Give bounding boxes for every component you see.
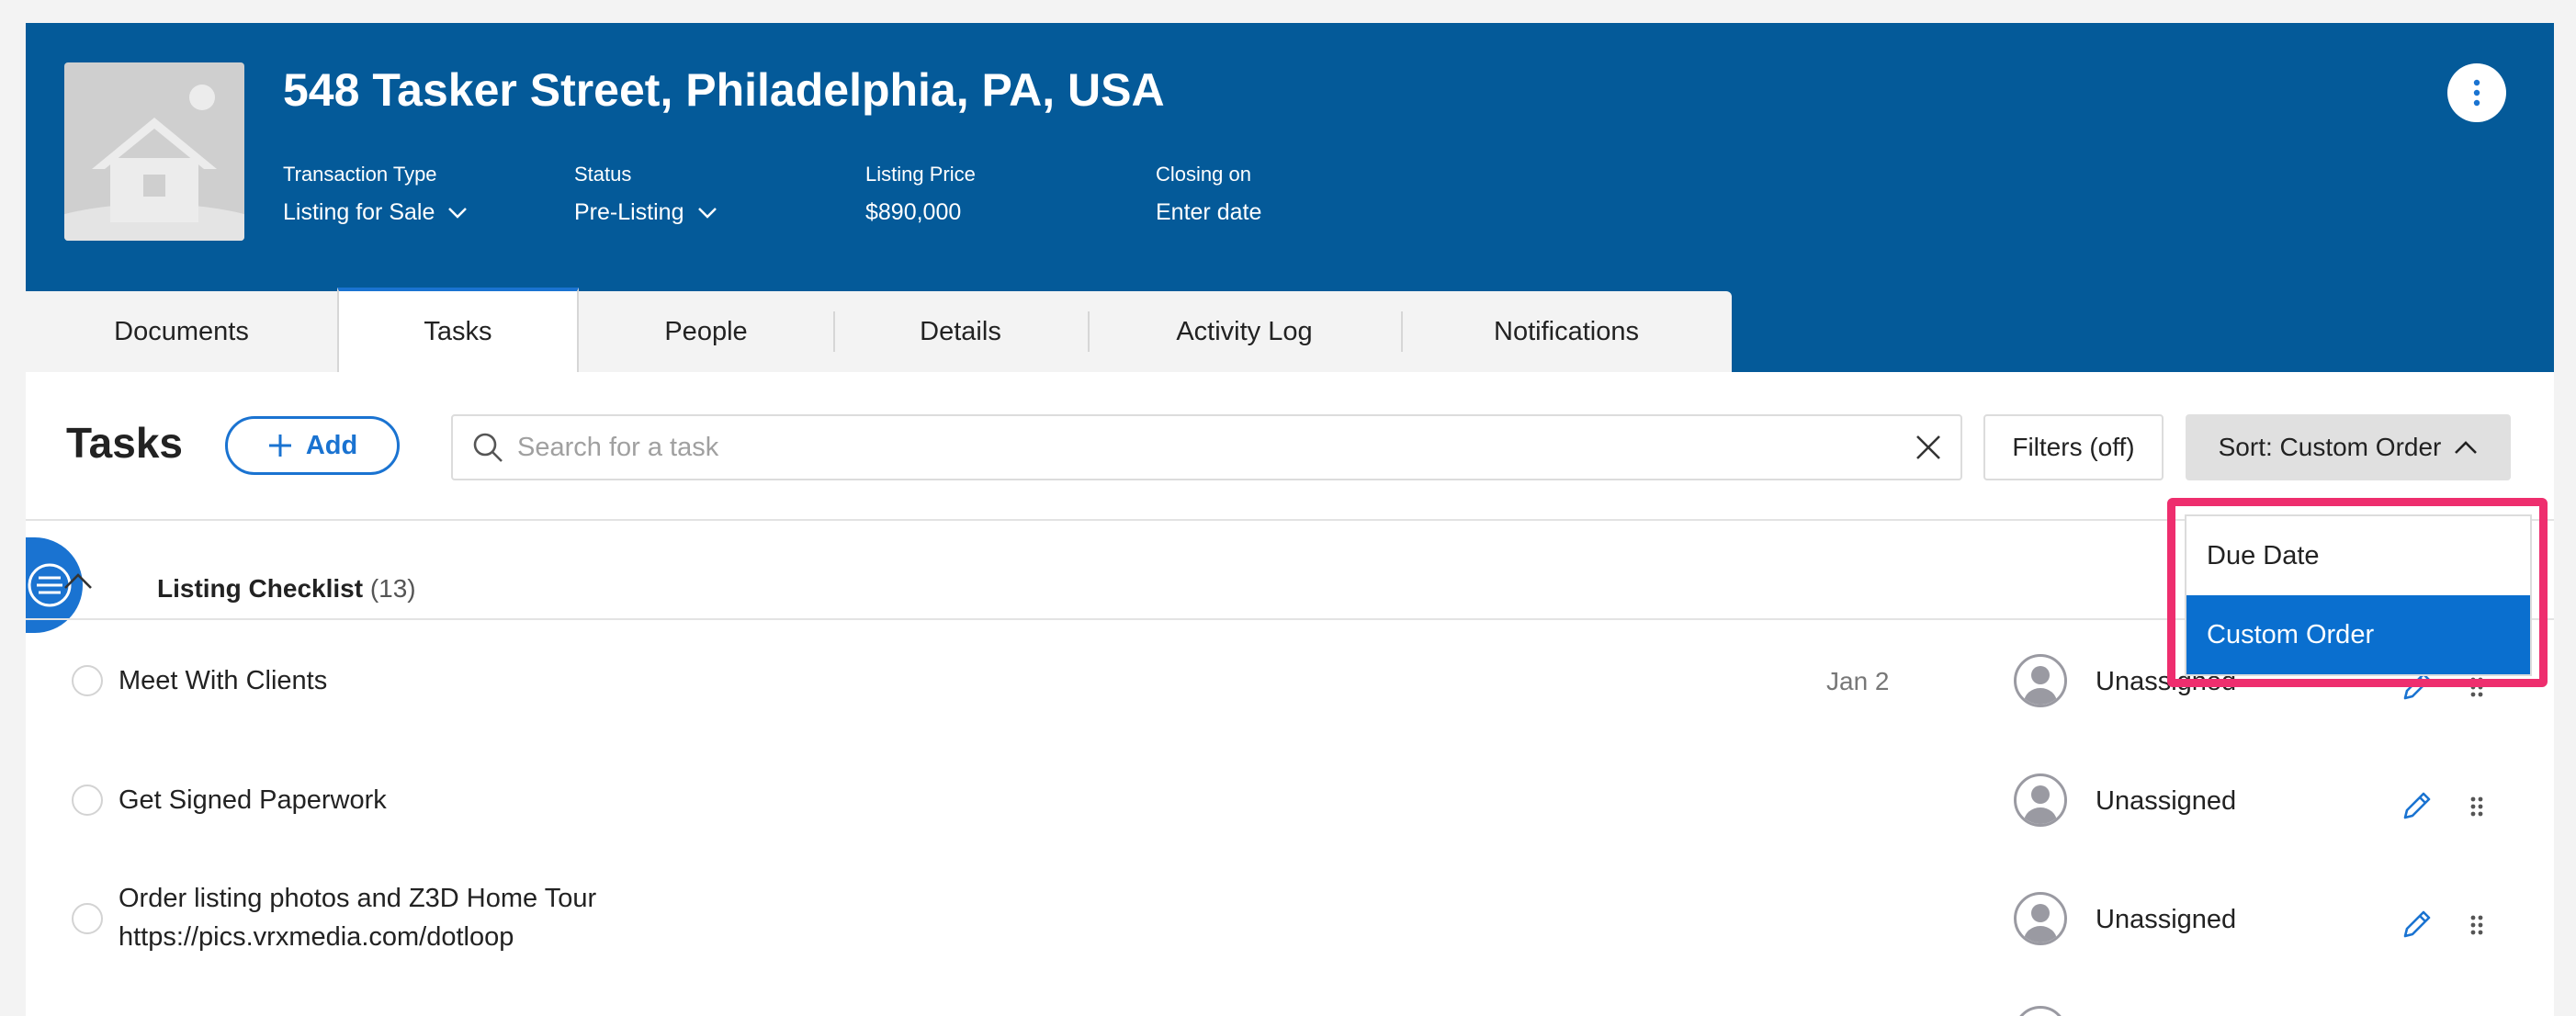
sort-option-custom-order[interactable]: Custom Order: [2186, 595, 2530, 674]
listing-price-value: $890,000: [865, 199, 962, 225]
status-value: Pre-Listing: [574, 199, 684, 225]
transaction-type-field[interactable]: Transaction Type Listing for Sale: [283, 163, 468, 226]
search-input[interactable]: [517, 432, 1915, 463]
task-assignee[interactable]: Unassigned: [2096, 786, 2236, 817]
house-placeholder-icon: [64, 85, 244, 241]
task-assignee[interactable]: Unassigned: [2096, 905, 2236, 935]
chevron-down-icon: [697, 207, 717, 219]
tab-documents[interactable]: Documents: [26, 291, 337, 372]
sort-button-label: Sort: Custom Order: [2218, 433, 2442, 461]
task-name[interactable]: Meet With Clients: [119, 661, 327, 700]
more-options-button[interactable]: [2447, 63, 2506, 122]
edit-task-button[interactable]: [2401, 790, 2433, 826]
property-address: 548 Tasker Street, Philadelphia, PA, USA: [283, 64, 1165, 116]
page-title: Tasks: [66, 419, 184, 467]
add-button-label: Add: [305, 430, 358, 460]
listing-price-label: Listing Price: [865, 163, 976, 186]
group-count: (13): [369, 574, 416, 603]
avatar: [2014, 1006, 2067, 1016]
task-complete-checkbox[interactable]: [72, 903, 103, 934]
task-name-text: Order listing photos and Z3D Home Tour: [119, 884, 597, 913]
app-frame: 548 Tasker Street, Philadelphia, PA, USA…: [26, 23, 2554, 1016]
drag-handle[interactable]: [2469, 914, 2484, 941]
pencil-icon: [2403, 910, 2431, 938]
chevron-up-icon: [64, 573, 92, 589]
search-icon: [473, 433, 503, 462]
chevron-up-icon: [2455, 441, 2478, 454]
sort-dropdown-menu: Due Date Custom Order: [2185, 514, 2532, 676]
plus-icon: [268, 435, 291, 457]
tab-people[interactable]: People: [579, 291, 833, 372]
avatar: [2014, 892, 2067, 945]
tab-activity-log[interactable]: Activity Log: [1088, 291, 1401, 372]
listing-price-field[interactable]: Listing Price $890,000: [865, 163, 976, 226]
drag-handle-icon: [2470, 796, 2483, 817]
sort-button[interactable]: Sort: Custom Order: [2186, 414, 2511, 480]
task-complete-checkbox[interactable]: [72, 665, 103, 696]
status-label: Status: [574, 163, 632, 186]
drag-handle-icon: [2470, 915, 2483, 935]
tab-bar: Documents Tasks People Details Activity …: [26, 288, 1732, 372]
closing-date-value: Enter date: [1156, 199, 1262, 225]
task-complete-checkbox[interactable]: [72, 785, 103, 816]
chevron-down-icon: [448, 207, 468, 219]
user-placeholder-icon: [2024, 785, 2057, 824]
filters-button[interactable]: Filters (off): [1983, 414, 2164, 480]
tab-details[interactable]: Details: [833, 291, 1088, 372]
user-placeholder-icon: [2024, 666, 2057, 705]
user-placeholder-icon: [2024, 904, 2057, 943]
property-thumbnail: [64, 62, 244, 241]
checklist-group-title[interactable]: Listing Checklist (13): [157, 574, 416, 604]
status-field[interactable]: Status Pre-Listing: [574, 163, 717, 226]
closing-date-field[interactable]: Closing on Enter date: [1156, 163, 1261, 226]
task-search-box: [451, 414, 1962, 480]
edit-task-button[interactable]: [2401, 909, 2433, 944]
pencil-icon: [2403, 792, 2431, 819]
transaction-header: 548 Tasker Street, Philadelphia, PA, USA…: [26, 23, 2554, 372]
drag-handle[interactable]: [2469, 796, 2484, 822]
tab-notifications[interactable]: Notifications: [1401, 291, 1732, 372]
avatar: [2014, 654, 2067, 707]
task-name[interactable]: Get Signed Paperwork: [119, 781, 387, 819]
task-name[interactable]: Order listing photos and Z3D Home Tour h…: [119, 879, 596, 956]
clear-search-icon[interactable]: [1915, 434, 1942, 461]
task-due-date: Jan 2: [1826, 667, 1890, 695]
transaction-type-value: Listing for Sale: [283, 199, 435, 225]
vertical-dots-icon: [2473, 79, 2480, 107]
collapse-group-button[interactable]: [62, 570, 94, 595]
closing-date-label: Closing on: [1156, 163, 1251, 186]
tab-tasks[interactable]: Tasks: [337, 288, 579, 372]
sort-option-due-date[interactable]: Due Date: [2186, 516, 2530, 595]
task-link[interactable]: https://pics.vrxmedia.com/dotloop: [119, 918, 596, 956]
add-task-button[interactable]: Add: [225, 416, 400, 475]
avatar: [2014, 773, 2067, 827]
group-name: Listing Checklist: [157, 574, 364, 603]
transaction-type-label: Transaction Type: [283, 163, 437, 186]
